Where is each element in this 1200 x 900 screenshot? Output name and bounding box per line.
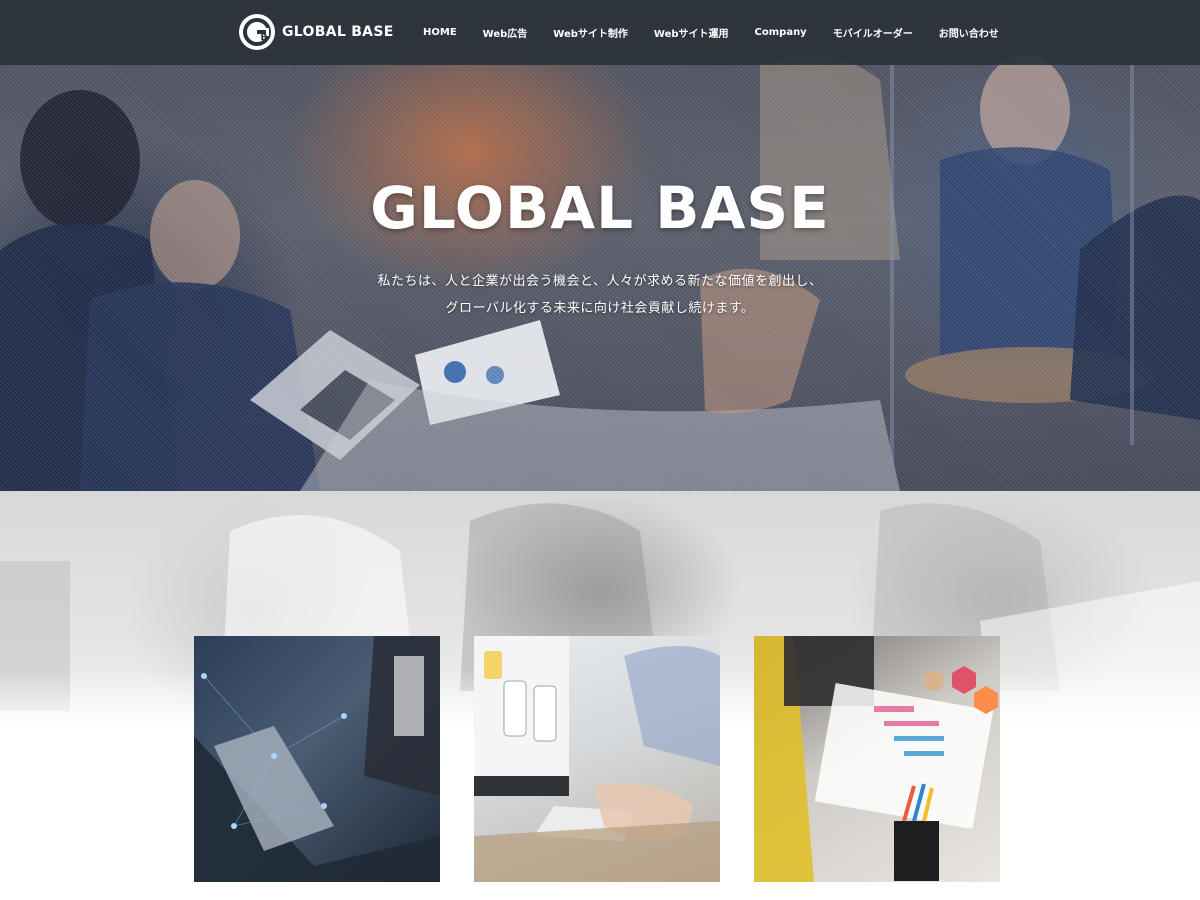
- nav-item-web-ads[interactable]: Web広告: [483, 25, 528, 40]
- hero-dot-overlay: [0, 0, 1200, 491]
- web-design-image: [474, 636, 720, 882]
- hero-tagline-line-2: グローバル化する未来に向け社会貢献し続けます。: [445, 301, 755, 316]
- logo-link[interactable]: B GLOBAL BASE: [239, 14, 394, 50]
- business-network-image: [194, 636, 440, 882]
- main-nav: HOME Web広告 Webサイト制作 Webサイト運用 Company モバイ…: [410, 0, 1012, 65]
- service-card-image-1[interactable]: [194, 636, 440, 882]
- logo-icon: B: [239, 14, 275, 50]
- hero-title: GLOBAL BASE: [370, 174, 830, 242]
- site-header: B GLOBAL BASE HOME Web広告 Webサイト制作 Webサイト…: [0, 0, 1200, 65]
- nav-item-company[interactable]: Company: [755, 27, 807, 38]
- nav-item-web-operation[interactable]: Webサイト運用: [654, 25, 729, 40]
- nav-item-web-production[interactable]: Webサイト制作: [553, 25, 628, 40]
- service-card-image-2[interactable]: [474, 636, 720, 882]
- svg-text:B: B: [261, 33, 268, 43]
- hero-section: GLOBAL BASE 私たちは、人と企業が出会う機会と、人々が求める新たな価値…: [0, 0, 1200, 491]
- service-card-image-3[interactable]: [754, 636, 1000, 882]
- hero-tagline-line-1: 私たちは、人と企業が出会う機会と、人々が求める新たな価値を創出し、: [377, 274, 823, 289]
- nav-item-mobile-order[interactable]: モバイルオーダー: [833, 25, 913, 40]
- team-planning-image: [754, 636, 998, 882]
- logo-text: GLOBAL BASE: [282, 24, 394, 40]
- nav-item-home[interactable]: HOME: [423, 27, 457, 38]
- nav-item-contact[interactable]: お問い合わせ: [939, 25, 999, 40]
